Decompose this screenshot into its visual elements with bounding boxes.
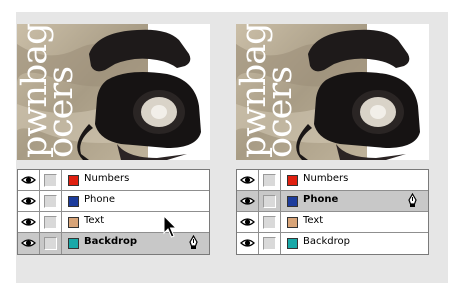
layer-name: Backdrop [84, 236, 138, 247]
empty-box-icon [263, 174, 276, 187]
layer-name: Text [84, 215, 105, 226]
artwork-text-line-2: ocers [41, 66, 81, 158]
layer-name: Text [303, 215, 324, 226]
visibility-toggle[interactable] [237, 191, 259, 211]
layer-row-text[interactable]: Text [18, 212, 209, 233]
lock-toggle[interactable] [40, 191, 62, 211]
eye-icon [240, 239, 255, 247]
lock-toggle[interactable] [40, 170, 62, 190]
layer-name: Numbers [84, 173, 130, 184]
layer-row-backdrop[interactable]: Backdrop [237, 233, 428, 254]
lock-toggle[interactable] [40, 233, 62, 254]
layer-color-swatch [287, 217, 298, 228]
visibility-toggle[interactable] [237, 212, 259, 232]
lock-toggle[interactable] [40, 212, 62, 232]
layer-color-swatch [287, 175, 298, 186]
layer-name: Phone [303, 194, 339, 205]
artwork-preview: pwnbag ocers [236, 24, 429, 160]
eye-icon [21, 176, 36, 184]
layer-name: Backdrop [303, 236, 350, 247]
layer-color-swatch [287, 238, 298, 249]
eye-icon [240, 197, 255, 205]
empty-box-icon [44, 237, 57, 250]
empty-box-icon [44, 174, 57, 187]
layer-color-swatch [68, 175, 79, 186]
layer-row-text[interactable]: Text [237, 212, 428, 233]
lock-toggle[interactable] [259, 212, 281, 232]
layer-color-swatch [68, 238, 79, 249]
visibility-toggle[interactable] [237, 233, 259, 254]
lock-toggle[interactable] [259, 233, 281, 254]
visibility-toggle[interactable] [18, 191, 40, 211]
layer-row-backdrop[interactable]: Backdrop [18, 233, 209, 254]
visibility-toggle[interactable] [18, 233, 40, 254]
eye-icon [21, 197, 36, 205]
artwork-text-line-2: ocers [260, 66, 300, 158]
lock-toggle[interactable] [259, 170, 281, 190]
layers-palette: Numbers Phone Text Backdrop [17, 169, 210, 255]
empty-box-icon [263, 216, 276, 229]
layer-row-phone[interactable]: Phone [237, 191, 428, 212]
empty-box-icon [263, 237, 276, 250]
lock-toggle[interactable] [259, 191, 281, 211]
layer-color-swatch [68, 217, 79, 228]
arrow-cursor-icon [163, 215, 178, 238]
eye-icon [240, 218, 255, 226]
eye-icon [240, 176, 255, 184]
empty-box-icon [44, 195, 57, 208]
empty-box-icon [263, 195, 276, 208]
layer-row-numbers[interactable]: Numbers [237, 170, 428, 191]
pen-nib-icon [408, 193, 417, 207]
artwork-preview: pwnbag ocers [17, 24, 210, 160]
empty-box-icon [44, 216, 57, 229]
visibility-toggle[interactable] [18, 212, 40, 232]
eye-icon [21, 239, 36, 247]
layer-name: Numbers [303, 173, 349, 184]
layer-name: Phone [84, 194, 115, 205]
visibility-toggle[interactable] [18, 170, 40, 190]
layer-row-phone[interactable]: Phone [18, 191, 209, 212]
layer-row-numbers[interactable]: Numbers [18, 170, 209, 191]
layers-palette: Numbers Phone Text Backdrop [236, 169, 429, 255]
pen-nib-icon [189, 235, 198, 249]
layer-color-swatch [68, 196, 79, 207]
layer-color-swatch [287, 196, 298, 207]
visibility-toggle[interactable] [237, 170, 259, 190]
eye-icon [21, 218, 36, 226]
